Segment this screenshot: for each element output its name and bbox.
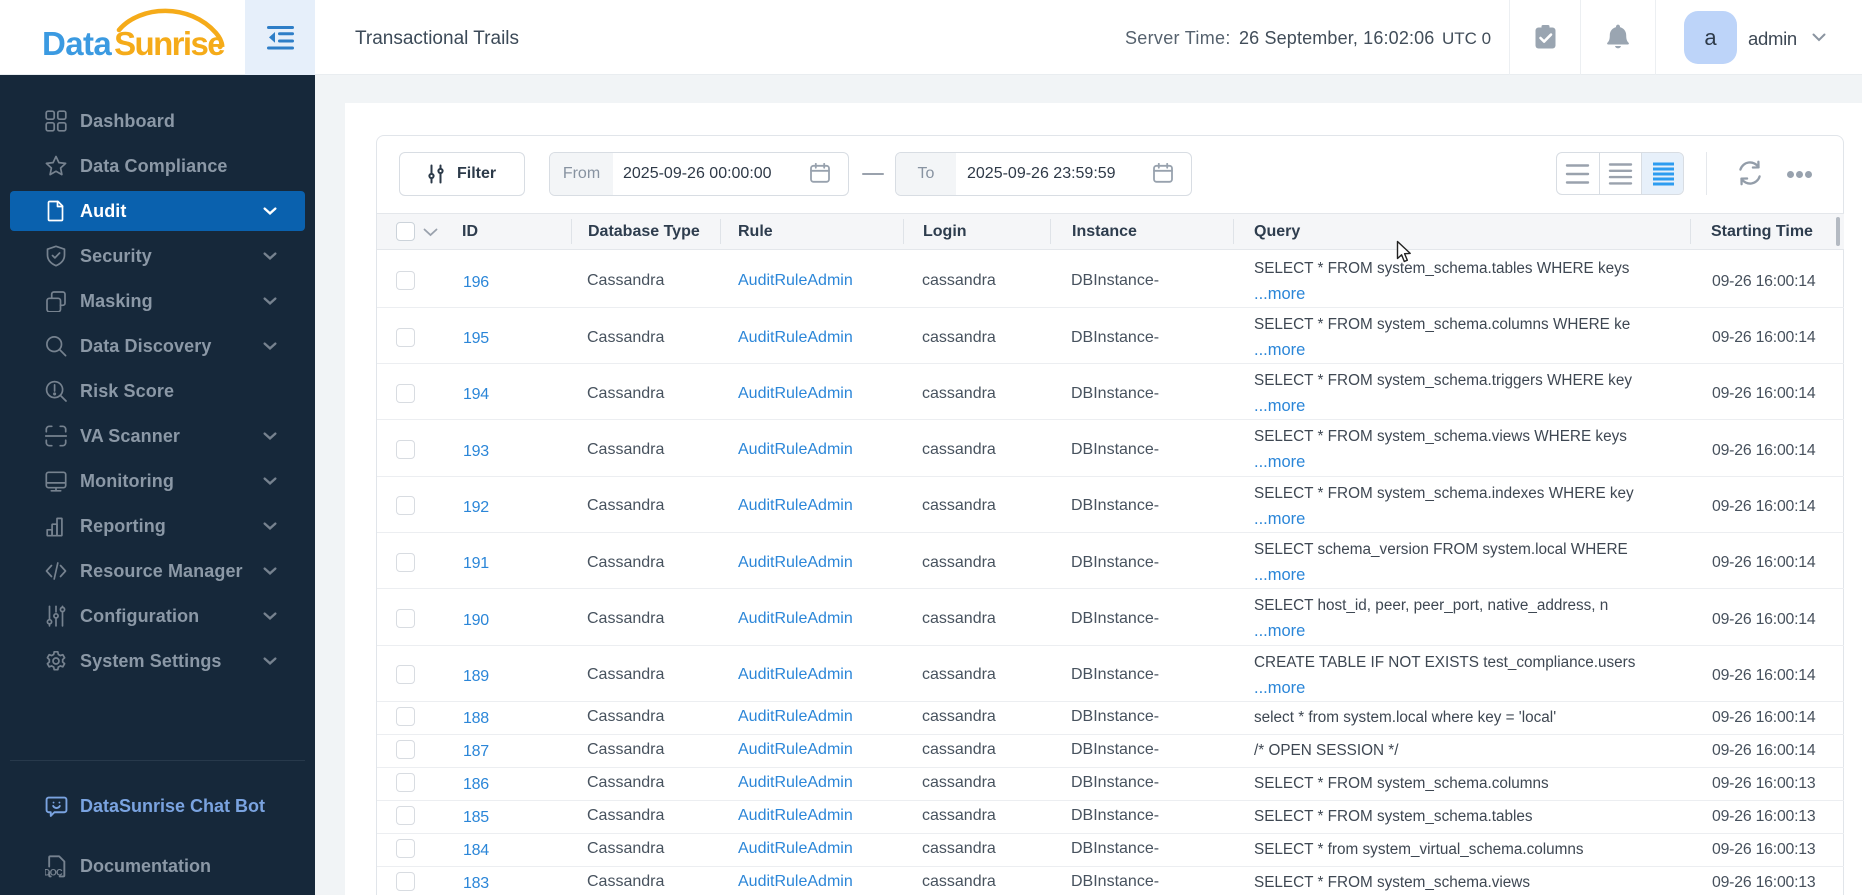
svg-text:DOC: DOC bbox=[45, 867, 63, 877]
